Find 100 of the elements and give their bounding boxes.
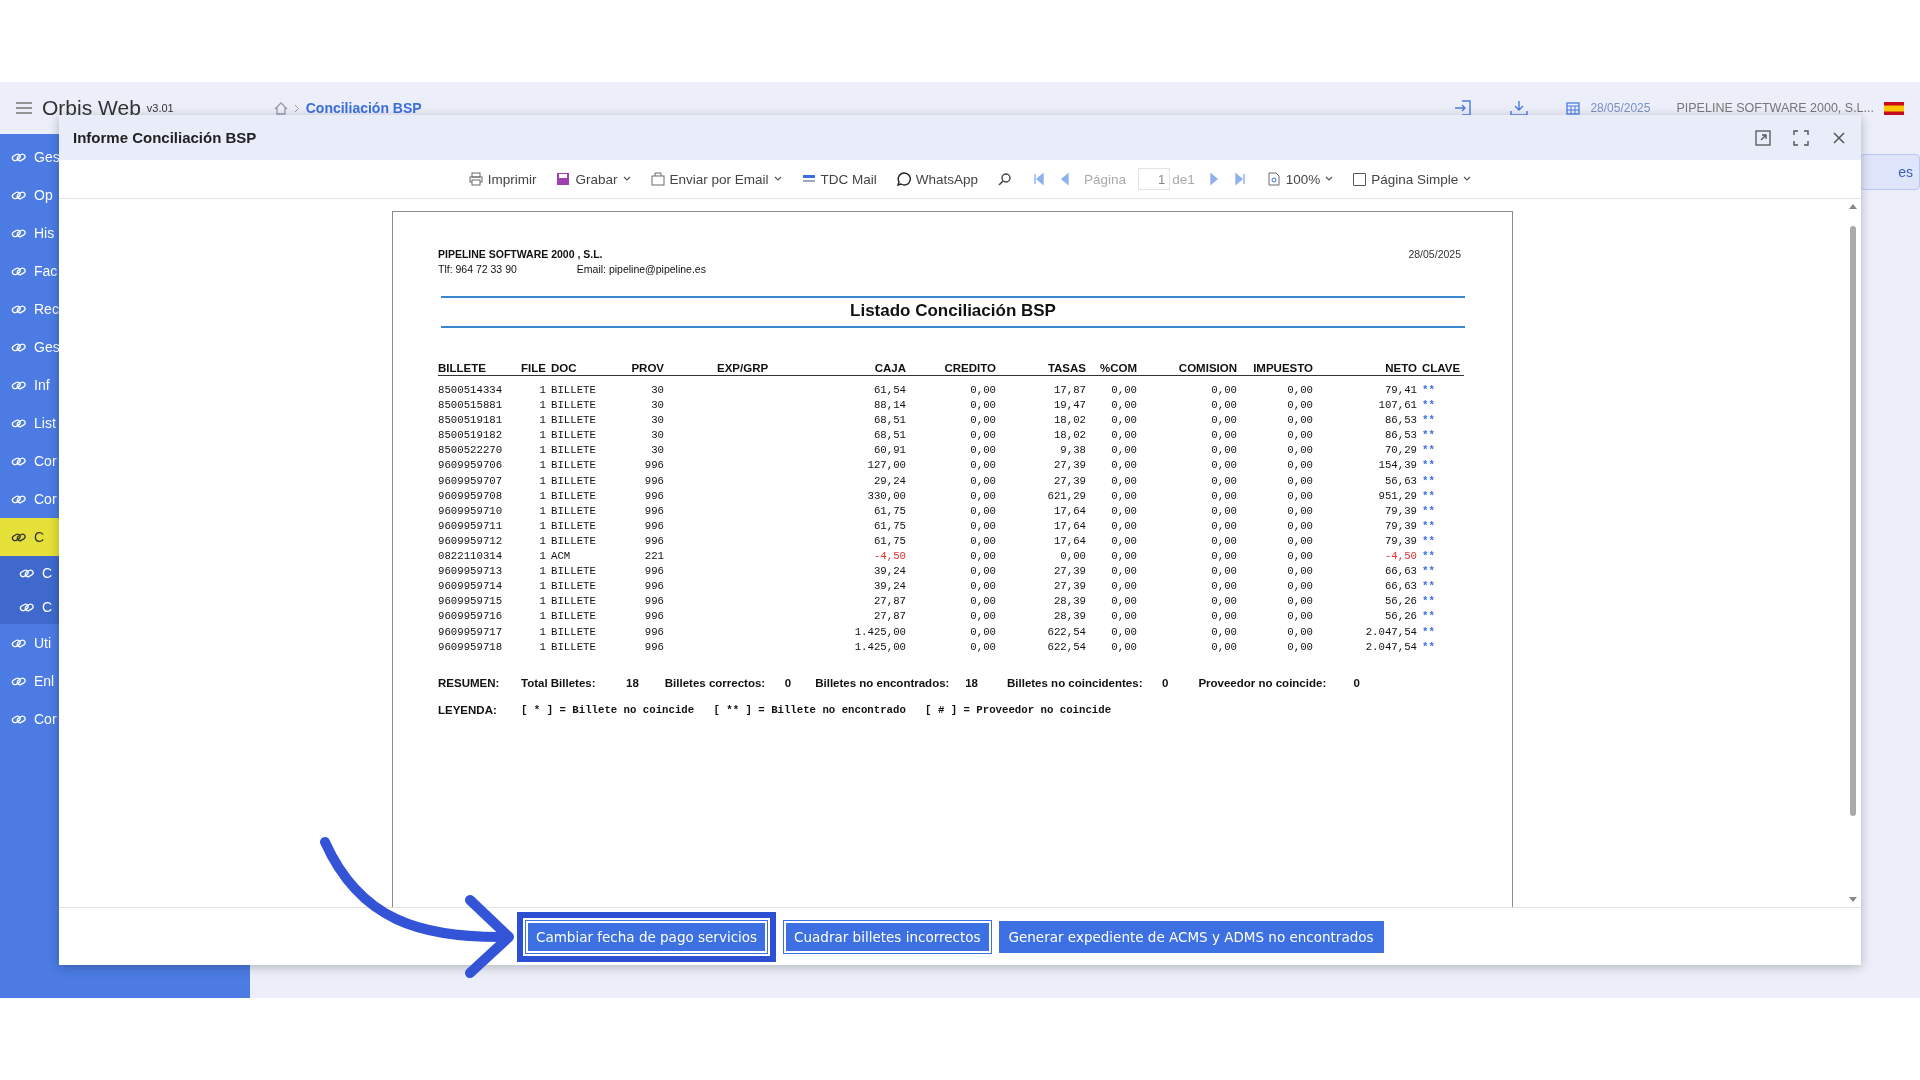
table-cell: 18,02 [1053, 429, 1086, 442]
table-cell: 1 [539, 550, 546, 563]
table-cell: 996 [644, 519, 664, 532]
table-cell: 18,02 [1053, 414, 1086, 427]
table-cell: 0,00 [1111, 550, 1137, 563]
table-cell: 0,00 [1111, 534, 1137, 547]
table-cell: ** [1422, 534, 1435, 547]
table-cell: 28,39 [1053, 595, 1086, 608]
summary-value: 0 [1162, 676, 1169, 689]
report-title: Listado Conciliación BSP [441, 296, 1465, 328]
page-count: de1 [1172, 171, 1195, 187]
table-cell: 79,39 [1384, 519, 1417, 532]
table-cell: 0,00 [1287, 399, 1313, 412]
app-title: Orbis Web [42, 96, 141, 120]
table-cell: BILLETE [551, 610, 596, 623]
table-cell: 996 [644, 459, 664, 472]
column-header: CLAVE [1422, 362, 1461, 374]
table-cell: 9609959711 [438, 519, 503, 532]
table-cell: 0,00 [970, 640, 996, 653]
table-cell: 0,00 [970, 625, 996, 638]
table-cell: 27,39 [1053, 580, 1086, 593]
table-cell: 0,00 [1211, 625, 1237, 638]
table-cell: 0,00 [970, 580, 996, 593]
summary-value: 18 [626, 676, 639, 689]
table-cell: 0,00 [1111, 610, 1137, 623]
table-cell: 1 [539, 429, 546, 442]
page-label: Página [1084, 171, 1127, 187]
table-cell: 68,51 [873, 429, 906, 442]
table-cell: 79,39 [1384, 534, 1417, 547]
table-cell: 0,00 [1211, 459, 1237, 472]
table-cell: 0,00 [1111, 414, 1137, 427]
table-cell: 27,87 [873, 595, 906, 608]
table-cell: 0,00 [1111, 399, 1137, 412]
table-cell: 70,29 [1384, 444, 1417, 457]
table-cell: 2.047,54 [1365, 640, 1417, 653]
table-cell: 1 [539, 399, 546, 412]
column-header: EXP/GRP [717, 362, 769, 374]
table-cell: 9609959706 [438, 459, 503, 472]
table-cell: 9609959708 [438, 489, 503, 502]
table-cell: ** [1422, 625, 1435, 638]
table-cell: 19,47 [1053, 399, 1086, 412]
table-cell: 8500519182 [438, 429, 503, 442]
table-cell: 61,54 [873, 384, 906, 396]
table-cell: 1.425,00 [854, 625, 906, 638]
table-cell: BILLETE [551, 504, 596, 517]
column-header: TASAS [1047, 362, 1086, 374]
table-cell: 1 [539, 384, 546, 396]
table-cell: 0,00 [1211, 640, 1237, 653]
table-cell: 0,00 [1211, 444, 1237, 457]
table-cell: 1.425,00 [854, 640, 906, 653]
table-cell: 0,00 [1211, 489, 1237, 502]
table-cell: 127,00 [867, 459, 906, 472]
column-header: IMPUESTO [1253, 362, 1313, 374]
table-cell: 996 [644, 534, 664, 547]
table-cell: 9609959713 [438, 565, 503, 578]
table-cell: 1 [539, 414, 546, 427]
table-cell: 0,00 [970, 610, 996, 623]
table-cell: ** [1422, 519, 1435, 532]
summary-value: 0 [1353, 676, 1360, 689]
table-cell: 951,29 [1378, 489, 1417, 502]
table-cell: BILLETE [551, 565, 596, 578]
table-cell: 30 [651, 429, 664, 442]
table-cell: 0,00 [1111, 625, 1137, 638]
table-cell: ** [1422, 565, 1435, 578]
legend-text: [ * ] = Billete no coincide [ ** ] = Billete no encontrado [ # ] = Proveedor no coincide [521, 703, 1112, 716]
summary-item-label: Total Billetes: [521, 676, 597, 689]
table-cell: BILLETE [551, 489, 596, 502]
table-cell: 107,61 [1378, 399, 1417, 412]
table-cell: 996 [644, 565, 664, 578]
table-cell: 996 [644, 504, 664, 517]
company-name: PIPELINE SOFTWARE 2000 , S.L. [438, 248, 603, 260]
table-cell: 66,63 [1384, 565, 1417, 578]
table-cell: 1 [539, 444, 546, 457]
table-cell: ** [1422, 459, 1435, 472]
table-cell: 221 [644, 550, 664, 563]
table-cell: 1 [539, 640, 546, 653]
summary-item-label: Billetes correctos: [664, 676, 767, 689]
table-cell: 0,00 [1211, 550, 1237, 563]
column-header: DOC [551, 362, 577, 374]
column-header: CAJA [874, 362, 906, 374]
table-cell: 0,00 [1287, 565, 1313, 578]
table-cell: 0,00 [1111, 580, 1137, 593]
company-name: PIPELINE SOFTWARE 2000, S.L... [1676, 101, 1874, 115]
table-cell: 30 [651, 414, 664, 427]
table-cell: 9609959718 [438, 640, 503, 653]
table-cell: 0,00 [970, 534, 996, 547]
table-cell: ** [1422, 640, 1435, 653]
table-cell: 1 [539, 595, 546, 608]
table-cell: 9609959714 [438, 580, 503, 593]
table-cell: 0,00 [1287, 384, 1313, 396]
table-cell: 0,00 [1211, 580, 1237, 593]
column-header: %COM [1099, 362, 1137, 374]
table-cell: 9609959716 [438, 610, 503, 623]
table-cell: 0,00 [1287, 429, 1313, 442]
table-cell: 0,00 [970, 595, 996, 608]
table-cell: 1 [539, 489, 546, 502]
column-header: CREDITO [944, 362, 996, 374]
column-header: COMISION [1178, 362, 1237, 374]
table-cell: 8500522270 [438, 444, 503, 457]
table-cell: 0,00 [1287, 459, 1313, 472]
